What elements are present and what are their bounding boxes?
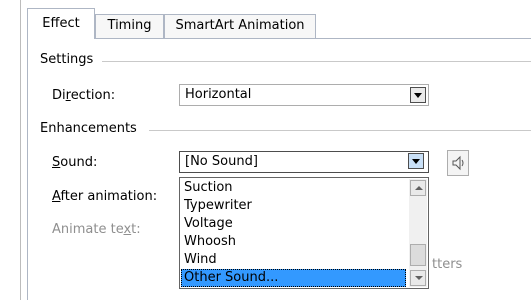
scrollbar-thumb[interactable] (410, 244, 426, 266)
tab-effect[interactable]: Effect (27, 8, 95, 39)
list-item[interactable]: Suction (184, 179, 233, 197)
list-item[interactable]: Voltage (184, 215, 233, 233)
sound-combo[interactable]: [No Sound] (179, 151, 429, 173)
tab-smartart-animation[interactable]: SmartArt Animation (164, 14, 316, 38)
direction-combo[interactable]: Horizontal (179, 84, 429, 106)
panel-border (27, 38, 28, 300)
list-item[interactable]: Wind (184, 251, 217, 269)
direction-label: Direction: (52, 88, 116, 103)
enhancements-group-label: Enhancements (40, 121, 137, 136)
tab-effect-label: Effect (42, 16, 80, 31)
animate-text-label: Animate text: (52, 222, 141, 237)
chevron-down-icon[interactable] (410, 87, 426, 103)
settings-divider (102, 61, 531, 62)
settings-group-label: Settings (40, 52, 94, 67)
enhancements-divider (149, 130, 531, 131)
chevron-down-icon[interactable] (408, 153, 424, 169)
sound-label: Sound: (52, 155, 98, 170)
tab-timing[interactable]: Timing (95, 14, 164, 38)
direction-value: Horizontal (185, 87, 252, 102)
sound-value: [No Sound] (185, 154, 258, 169)
list-item[interactable]: Typewriter (184, 197, 252, 215)
list-item[interactable]: Whoosh (184, 233, 236, 251)
tab-timing-label: Timing (107, 18, 152, 33)
list-scrollbar[interactable] (409, 179, 427, 287)
after-animation-label: After animation: (52, 189, 158, 204)
tab-smartart-label: SmartArt Animation (175, 18, 305, 33)
list-item-selected[interactable]: Other Sound... (181, 269, 406, 287)
arrow-up-icon[interactable] (410, 180, 426, 196)
sound-dropdown-list[interactable]: Suction Typewriter Voltage Whoosh Wind O… (179, 177, 429, 289)
arrow-down-icon[interactable] (410, 270, 426, 286)
speaker-icon[interactable] (447, 150, 469, 176)
tab-strip-line (27, 38, 531, 39)
letters-partial-text: tters (432, 257, 463, 272)
